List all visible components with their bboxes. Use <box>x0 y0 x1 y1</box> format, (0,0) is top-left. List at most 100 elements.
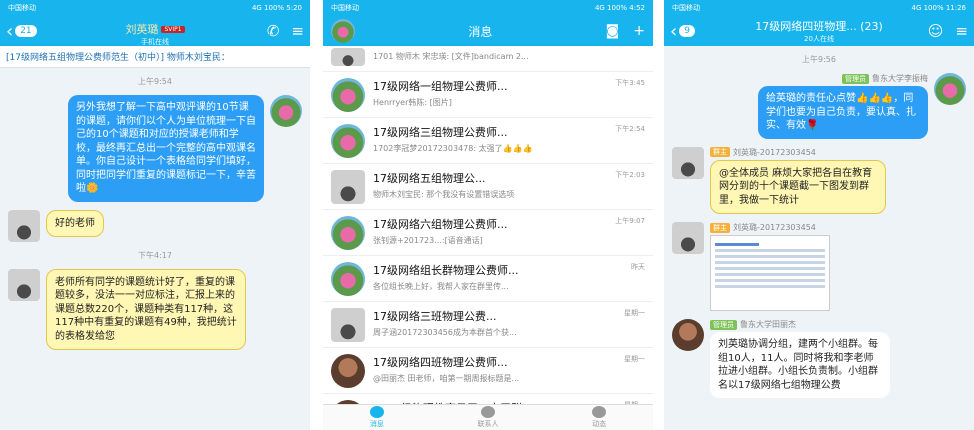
message-row: 好的老师 <box>0 209 310 242</box>
tab-label: 消息 <box>369 420 384 428</box>
message-bubble[interactable]: @全体成员 麻烦大家把各自在教育网分到的十个课题截一下图发到群里，我做一下统计 <box>710 159 886 214</box>
message-bubble[interactable]: 给英璐的责任心点赞👍👍👍，同学们也要为自己负责，要认真、扎实、有效🌹 <box>758 86 928 139</box>
chat-screen-3: 中国移动 4G 100% 11:26 ‹ 9 17级网络四班物理... (23)… <box>664 0 974 430</box>
camera-icon[interactable]: ◙ <box>606 23 620 39</box>
tab-messages[interactable]: 消息 <box>369 406 384 429</box>
message-row: 管理员 鲁东大学田丽杰 刘英璐协调分组，建两个小组群。每组10人，11人。同时将我… <box>664 319 974 398</box>
bottom-nav: 消息 联系人 动态 <box>323 404 653 430</box>
vip-badge: SVIP1 <box>161 26 185 33</box>
conversation-preview: 周子涵20172303456成为本群首个获... <box>373 328 517 337</box>
notice-banner[interactable]: [17级网络五组物理公费师范生（初中）] 物师木刘宝民： <box>0 46 310 68</box>
list-item[interactable]: 17级网络三班物理公费... 星期一周子涵20172303456成为本群首个获..… <box>323 302 653 348</box>
sender-info: 群主 刘英璐-20172303454 <box>710 147 886 158</box>
status-left: 中国移动 <box>8 4 36 12</box>
list-item[interactable]: 17级网络组长群物理公费师... 昨天 各位组长晚上好，我帮人家在群里传... <box>323 256 653 302</box>
tab-contacts[interactable]: 联系人 <box>477 406 498 429</box>
avatar[interactable] <box>8 209 40 242</box>
tab-label: 联系人 <box>477 420 499 428</box>
list-item[interactable]: 1701 物师木 宋忠瑛: [文件]bandicam 2... <box>323 46 653 72</box>
conversation-name: 17级网络六组物理公费师... <box>373 218 508 231</box>
sender-info: 群主 刘英璐-20172303454 <box>710 222 830 233</box>
avatar <box>331 48 365 66</box>
sender-info: 管理员 鲁东大学田丽杰 <box>710 319 890 330</box>
conversation-preview: 1702李冠梦20172303478: 太强了👍👍👍 <box>373 144 533 153</box>
list-item[interactable]: 17级网络五组物理公... 下午2:03 物师木刘宝民: 那个我没有设置错误选项 <box>323 164 653 210</box>
avatar <box>331 124 365 158</box>
conversation-list: 1701 物师木 宋忠瑛: [文件]bandicam 2... 17级网络一组物理… <box>323 46 653 430</box>
chevron-left-icon: ‹ <box>6 20 14 42</box>
avatar <box>331 262 365 296</box>
message-row: 另外我想了解一下高中观评课的10节课的课题，请你们以个人为单位梳理一下自己的10… <box>0 95 310 202</box>
conversation-time: 星期一 <box>624 355 645 363</box>
avatar[interactable] <box>672 319 704 351</box>
conversation-name: 17级网络三组物理公费师... <box>373 126 508 139</box>
menu-icon[interactable]: ≡ <box>291 22 304 40</box>
unread-count: 9 <box>679 25 695 37</box>
page-title: 消息 <box>468 24 493 39</box>
phone-icon[interactable]: ✆ <box>267 22 280 40</box>
avatar[interactable] <box>331 19 355 43</box>
conversation-name: 17级网络三班物理公费... <box>373 310 497 323</box>
conversation-time: 昨天 <box>631 263 645 271</box>
chevron-left-icon: ‹ <box>670 20 678 42</box>
avatar <box>331 170 365 204</box>
role-badge: 群主 <box>710 222 730 233</box>
conversation-preview: @田丽杰 田老师，咱第一期周报标题是... <box>373 374 520 383</box>
back-button[interactable]: ‹ 21 <box>6 21 37 42</box>
avatar[interactable] <box>934 73 966 105</box>
conversation-name: 17级网络四班物理公费师... <box>373 356 508 369</box>
conversation-time: 下午2:54 <box>615 125 645 133</box>
status-right: 4G 100% 4:52 <box>594 4 645 12</box>
unread-count: 21 <box>15 25 37 37</box>
message-row: 群主 刘英璐-20172303454 @全体成员 麻烦大家把各自在教育网分到的十个… <box>664 146 974 214</box>
list-item[interactable]: 17级网络四班物理公费师... 星期一 @田丽杰 田老师，咱第一期周报标题是... <box>323 348 653 394</box>
title-bar: ‹ 21 刘英璐 SVIP1 手机在线 ✆ ≡ <box>0 16 310 46</box>
sender-name: 刘英璐-20172303454 <box>733 223 816 232</box>
online-status: 手机在线 <box>141 38 169 46</box>
header-bar: 消息 ◙ + <box>323 16 653 46</box>
tab-moments[interactable]: 动态 <box>592 406 607 429</box>
conversation-time: 下午2:03 <box>615 171 645 179</box>
avatar[interactable] <box>270 95 302 127</box>
group-icon[interactable]: ☺ <box>928 22 944 40</box>
tab-label: 动态 <box>592 420 607 428</box>
status-left: 中国移动 <box>331 4 359 12</box>
conversation-name: 17级网络一组物理公费师... <box>373 80 508 93</box>
conversation-preview: Henrryer韩陈: [图片] <box>373 98 452 107</box>
avatar[interactable] <box>672 146 704 179</box>
list-item[interactable]: 17级网络一组物理公费师... 下午3:45 Henrryer韩陈: [图片] <box>323 72 653 118</box>
sender-info: 管理员 鲁东大学李振梅 <box>842 73 928 84</box>
message-row: 群主 刘英璐-20172303454 <box>664 222 974 311</box>
contact-name: 刘英璐 <box>125 23 159 36</box>
timestamp: 上午9:56 <box>802 55 836 64</box>
status-bar: 中国移动 4G 100% 11:26 <box>664 0 974 16</box>
conversation-preview: 各位组长晚上好，我帮人家在群里传... <box>373 282 509 291</box>
message-bubble[interactable]: 老师所有同学的课题统计好了，重复的课题较多，没法一一对应标注，汇报上来的课题总数… <box>46 268 246 350</box>
avatar <box>331 216 365 250</box>
conversation-time: 上午9:07 <box>615 217 645 225</box>
back-button[interactable]: ‹ 9 <box>670 21 695 42</box>
timestamp: 下午4:17 <box>138 250 172 260</box>
plus-icon[interactable]: + <box>633 23 645 39</box>
conversation-time: 下午3:45 <box>615 79 645 87</box>
message-bubble[interactable]: 好的老师 <box>46 209 104 237</box>
title-bar: ‹ 9 17级网络四班物理... (23) 20人在线 ☺ ≡ <box>664 16 974 46</box>
image-message[interactable] <box>710 235 830 311</box>
status-bar: 中国移动 4G 100% 5:20 <box>0 0 310 16</box>
menu-icon[interactable]: ≡ <box>955 22 968 40</box>
list-item[interactable]: 17级网络三组物理公费师... 下午2:54 1702李冠梦20172303478:… <box>323 118 653 164</box>
conversation-time: 星期一 <box>624 309 645 317</box>
conversation-preview: 物师木刘宝民: 那个我没有设置错误选项 <box>373 190 515 199</box>
message-bubble[interactable]: 另外我想了解一下高中观评课的10节课的课题，请你们以个人为单位梳理一下自己的10… <box>68 95 264 202</box>
chat-screen-1: 中国移动 4G 100% 5:20 ‹ 21 刘英璐 SVIP1 手机在线 ✆ ≡… <box>0 0 310 430</box>
message-icon <box>369 406 384 418</box>
avatar <box>331 308 365 342</box>
message-bubble[interactable]: 刘英璐协调分组，建两个小组群。每组10人，11人。同时将我和李老师拉进小组群。小… <box>710 332 890 398</box>
role-badge: 管理员 <box>710 319 737 330</box>
conversation-preview: 1701 物师木 宋忠瑛: [文件]bandicam 2... <box>373 52 529 61</box>
list-item[interactable]: 17级网络六组物理公费师... 上午9:07 张钊源+201723...:[语音通话… <box>323 210 653 256</box>
avatar[interactable] <box>8 268 40 301</box>
avatar[interactable] <box>672 222 704 254</box>
status-right: 4G 100% 5:20 <box>251 4 302 12</box>
status-bar: 中国移动 4G 100% 4:52 <box>323 0 653 16</box>
